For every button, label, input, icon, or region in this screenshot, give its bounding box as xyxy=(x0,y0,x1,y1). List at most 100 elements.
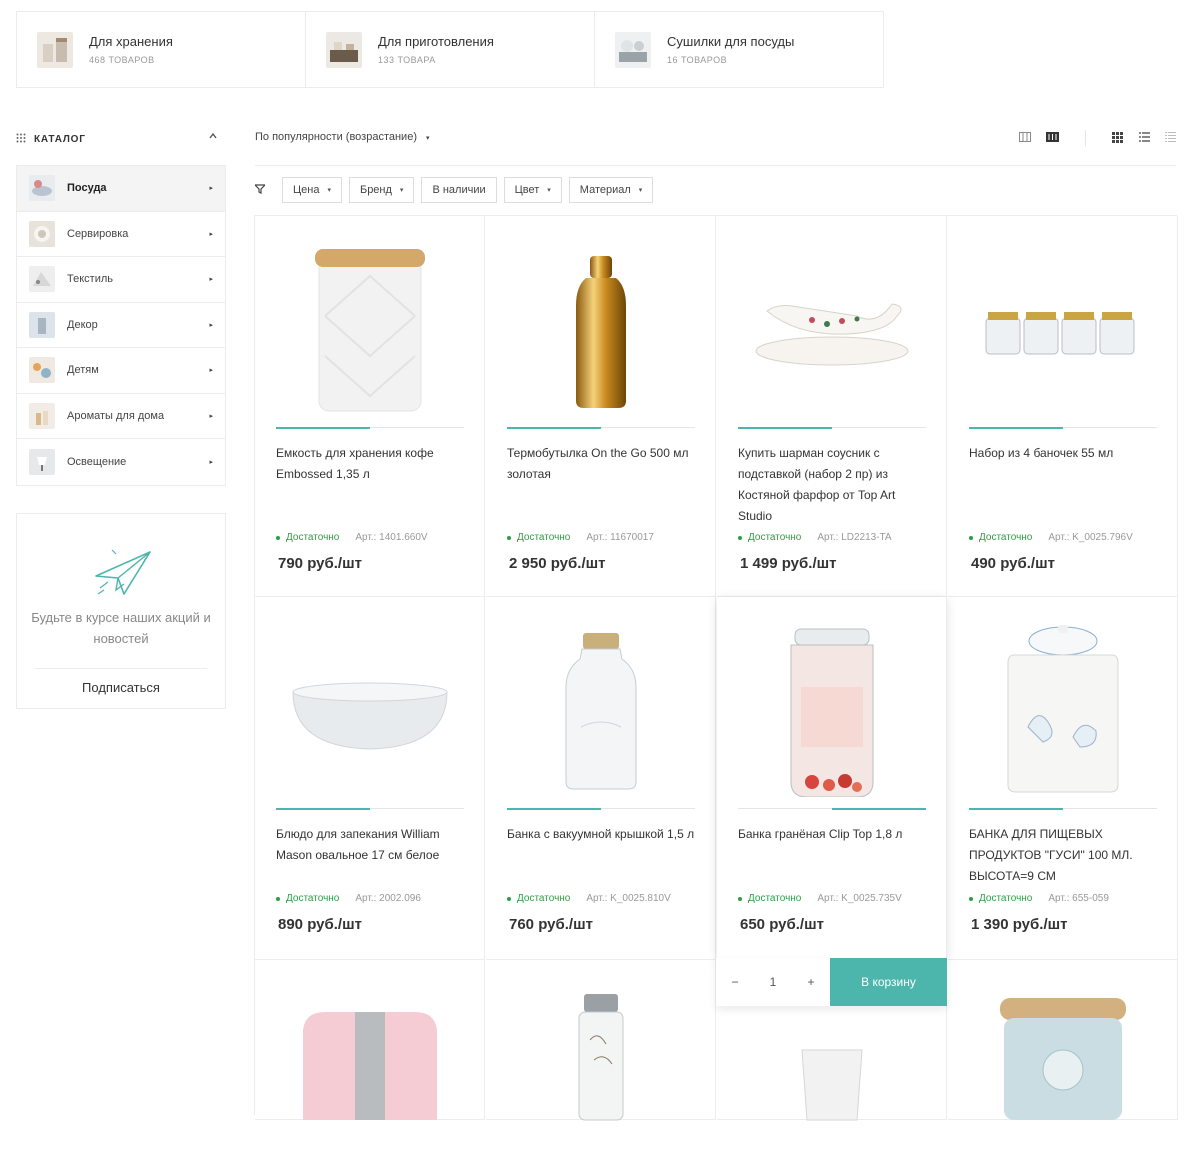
filter-color[interactable]: Цвет ▾ xyxy=(503,177,562,203)
sidebar-item-serving[interactable]: Сервировка ▸ xyxy=(17,212,225,257)
sidebar-item-kids[interactable]: Детям ▸ xyxy=(17,348,225,394)
filter-price[interactable]: Цена ▾ xyxy=(282,177,342,203)
sidebar-item-label: Ароматы для дома xyxy=(67,409,165,422)
compact-list-icon[interactable] xyxy=(1165,132,1176,145)
product-card[interactable]: Банка с вакуумной крышкой 1,5 л Достаточ… xyxy=(486,597,716,960)
caret-right-icon: ▸ xyxy=(209,458,213,466)
category-thumbnail xyxy=(29,220,55,247)
sku: Арт.: LD2213-TA xyxy=(817,532,892,543)
top-category-name: Для хранения xyxy=(89,34,173,49)
stock-status: Достаточно xyxy=(748,893,802,904)
filter-label: В наличии xyxy=(432,184,486,196)
product-title[interactable]: Блюдо для запекания William Mason овальн… xyxy=(276,824,468,866)
sort-label: По популярности (возрастание) xyxy=(255,131,417,143)
product-title[interactable]: Банка гранёная Clip Top 1,8 л xyxy=(738,824,930,845)
view-tile-icon[interactable] xyxy=(1019,132,1031,145)
divider xyxy=(255,165,1176,166)
filter-material[interactable]: Материал ▾ xyxy=(568,177,654,203)
filter-brand[interactable]: Бренд ▾ xyxy=(348,177,415,203)
product-image[interactable] xyxy=(948,216,1178,416)
product-card[interactable]: Набор из 4 баночек 55 мл Достаточно Арт.:… xyxy=(948,216,1178,597)
catalog-title: КАТАЛОГ xyxy=(34,133,86,145)
category-thumbnail xyxy=(326,31,362,68)
sort-dropdown[interactable]: По популярности (возрастание) ▾ xyxy=(255,131,430,143)
image-slider-bar xyxy=(969,427,1157,429)
category-thumbnail xyxy=(29,357,55,384)
caret-down-icon: ▾ xyxy=(399,187,404,194)
product-card[interactable]: Емкость для хранения кофе Embossed 1,35 … xyxy=(255,216,485,597)
product-image[interactable] xyxy=(255,597,485,797)
product-card[interactable] xyxy=(486,960,716,1121)
product-price: 650 руб./шт xyxy=(740,916,824,933)
caret-down-icon: ▾ xyxy=(638,187,643,194)
product-image[interactable] xyxy=(255,960,485,1160)
product-card[interactable]: БАНКА ДЛЯ ПИЩЕВЫХ ПРОДУКТОВ "ГУСИ" 100 М… xyxy=(948,597,1178,960)
product-image[interactable] xyxy=(948,960,1178,1160)
sidebar-item-lighting[interactable]: Освещение ▸ xyxy=(17,439,225,485)
top-category-storage[interactable]: Для хранения 468 ТОВАРОВ xyxy=(17,12,306,87)
product-meta: Достаточно Арт.: 655-059 xyxy=(969,893,1109,904)
top-category-count: 16 ТОВАРОВ xyxy=(667,55,728,65)
minus-button[interactable]: − xyxy=(732,975,739,989)
sidebar-item-label: Посуда xyxy=(67,182,107,195)
stock-dot xyxy=(507,535,511,540)
sidebar-item-label: Сервировка xyxy=(67,227,129,240)
product-title[interactable]: Набор из 4 баночек 55 мл xyxy=(969,443,1161,464)
top-category-dish-dryers[interactable]: Сушилки для посуды 16 ТОВАРОВ xyxy=(595,12,883,87)
category-thumbnail xyxy=(29,266,55,293)
product-meta: Достаточно Арт.: 2002.096 xyxy=(276,893,421,904)
product-title[interactable]: БАНКА ДЛЯ ПИЩЕВЫХ ПРОДУКТОВ "ГУСИ" 100 М… xyxy=(969,824,1161,887)
list-view-icon[interactable] xyxy=(1139,132,1150,145)
product-card[interactable]: Купить шарман соусник с подставкой (набо… xyxy=(717,216,947,597)
product-image[interactable] xyxy=(948,597,1178,797)
chevron-up-icon[interactable] xyxy=(208,131,218,144)
stock-status: Достаточно xyxy=(517,893,571,904)
quantity-stepper[interactable]: − 1 + xyxy=(716,958,830,1006)
product-image[interactable] xyxy=(717,216,947,416)
product-meta: Достаточно Арт.: K_0025.796V xyxy=(969,532,1133,543)
category-thumbnail xyxy=(29,448,55,475)
grid-view-icon[interactable] xyxy=(1112,132,1123,146)
top-category-cooking[interactable]: Для приготовления 133 ТОВАРА xyxy=(306,12,595,87)
view-tile-dark-icon[interactable] xyxy=(1046,132,1059,145)
product-card[interactable] xyxy=(948,960,1178,1120)
plus-button[interactable]: + xyxy=(807,975,814,989)
subscribe-button[interactable]: Подписаться xyxy=(17,680,225,695)
product-title[interactable]: Термобутылка On the Go 500 мл золотая xyxy=(507,443,699,485)
sku: Арт.: K_0025.810V xyxy=(586,893,671,904)
product-image[interactable] xyxy=(717,597,947,797)
product-price: 490 руб./шт xyxy=(971,555,1055,572)
product-image[interactable] xyxy=(486,597,716,797)
category-thumbnail xyxy=(29,175,55,202)
product-card-hovered[interactable]: Банка гранёная Clip Top 1,8 л Достаточно… xyxy=(717,597,947,960)
divider xyxy=(35,668,207,669)
sku: Арт.: 655-059 xyxy=(1048,893,1109,904)
product-image[interactable] xyxy=(255,216,485,416)
sidebar-item-textile[interactable]: Текстиль ▸ xyxy=(17,257,225,303)
product-card[interactable]: Термобутылка On the Go 500 мл золотая До… xyxy=(486,216,716,597)
catalog-header[interactable]: КАТАЛОГ xyxy=(16,131,226,147)
filter-in-stock[interactable]: В наличии xyxy=(421,177,497,203)
product-title[interactable]: Купить шарман соусник с подставкой (набо… xyxy=(738,443,930,527)
image-slider-bar xyxy=(507,808,695,810)
quantity-value[interactable]: 1 xyxy=(770,975,777,989)
product-image[interactable] xyxy=(486,960,716,1160)
image-slider-bar xyxy=(276,427,464,429)
image-slider-bar xyxy=(738,427,926,429)
stock-status: Достаточно xyxy=(286,532,340,543)
sidebar-item-decor[interactable]: Декор ▸ xyxy=(17,303,225,348)
product-card[interactable]: Блюдо для запекания William Mason овальн… xyxy=(255,597,485,960)
filter-icon[interactable] xyxy=(253,181,267,199)
add-to-cart-button[interactable]: В корзину xyxy=(830,958,947,1006)
sidebar-item-home-scents[interactable]: Ароматы для дома ▸ xyxy=(17,394,225,439)
sku: Арт.: 11670017 xyxy=(586,532,654,543)
sidebar-item-dishes[interactable]: Посуда ▸ xyxy=(17,166,225,212)
stock-status: Достаточно xyxy=(748,532,802,543)
product-title[interactable]: Емкость для хранения кофе Embossed 1,35 … xyxy=(276,443,468,485)
top-category-name: Сушилки для посуды xyxy=(667,34,795,49)
product-card[interactable] xyxy=(255,960,485,1120)
product-image[interactable] xyxy=(486,216,716,416)
product-title[interactable]: Банка с вакуумной крышкой 1,5 л xyxy=(507,824,699,845)
top-categories: Для хранения 468 ТОВАРОВ Для приготовлен… xyxy=(16,11,884,88)
product-price: 2 950 руб./шт xyxy=(509,555,606,572)
